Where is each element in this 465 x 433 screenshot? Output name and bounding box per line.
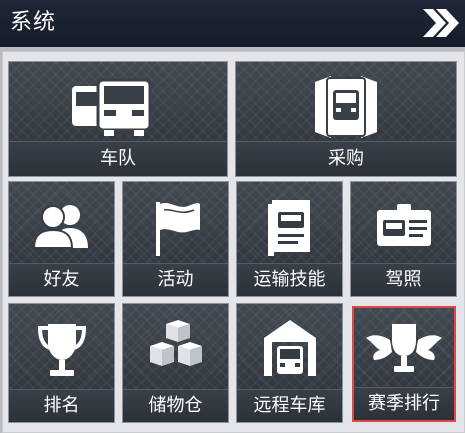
- season-rank-label: 赛季排行: [354, 387, 454, 420]
- trucks-icon: [72, 78, 152, 136]
- license-tile[interactable]: 驾照: [350, 181, 457, 297]
- friends-label: 好友: [9, 263, 114, 296]
- events-label: 活动: [123, 263, 228, 296]
- season-rank-tile[interactable]: 赛季排行: [352, 306, 456, 422]
- flag-icon: [155, 202, 200, 256]
- skill-book-icon: [267, 200, 310, 256]
- truck-card-icon: [315, 76, 377, 138]
- license-card-icon: [376, 204, 431, 246]
- menu-panel: 车队 采购 好友 活动 运输技能 驾照 排名 储物仓 远程车库 赛季排行: [2, 51, 465, 433]
- fleet-label: 车队: [9, 141, 227, 176]
- purchase-tile[interactable]: 采购: [235, 61, 457, 177]
- skills-tile[interactable]: 运输技能: [236, 181, 343, 297]
- ranking-label: 排名: [9, 389, 114, 422]
- page-title: 系统: [10, 10, 57, 35]
- storage-tile[interactable]: 储物仓: [122, 303, 229, 423]
- system-window: 系统 车队 采购 好友 活动 运输技能 驾照 排名 储物仓 远程车库 赛季排行: [0, 0, 465, 433]
- garage-icon: [263, 320, 316, 376]
- garage-tile[interactable]: 远程车库: [236, 303, 343, 423]
- friends-icon: [32, 205, 88, 249]
- double-chevron-right-icon[interactable]: [419, 6, 459, 40]
- boxes-icon: [149, 320, 202, 366]
- friends-tile[interactable]: 好友: [8, 181, 115, 297]
- events-tile[interactable]: 活动: [122, 181, 229, 297]
- license-label: 驾照: [351, 263, 456, 296]
- winged-trophy-icon: [366, 324, 442, 372]
- fleet-tile[interactable]: 车队: [8, 61, 228, 177]
- title-bar: 系统: [0, 0, 465, 47]
- storage-label: 储物仓: [123, 389, 228, 422]
- skills-label: 运输技能: [237, 263, 342, 296]
- trophy-icon: [37, 324, 86, 376]
- purchase-label: 采购: [236, 141, 456, 176]
- ranking-tile[interactable]: 排名: [8, 303, 115, 423]
- garage-label: 远程车库: [237, 389, 342, 422]
